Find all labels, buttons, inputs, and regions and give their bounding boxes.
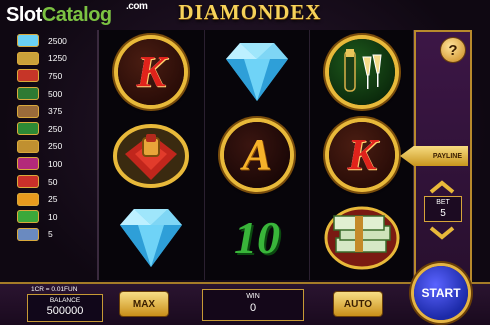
reel-symbol [310,30,414,113]
start-button[interactable]: START [414,266,468,320]
bet-label: BET [436,199,450,206]
balance-value: 500000 [46,305,84,317]
coins-icon [17,51,39,65]
diamond-icon [120,208,182,267]
bet-decrease-icon[interactable] [427,226,457,240]
reel-symbol: 10 [205,196,309,279]
queen-icon [17,157,39,171]
symbol-letter: A [242,130,272,179]
paytable-row: 1250 [17,50,81,68]
paytable-row: 10 [17,208,81,226]
reel-symbol [99,113,203,196]
paytable-value: 375 [48,106,63,117]
paytable-value: 1250 [48,53,67,64]
bet-value: 5 [440,208,446,219]
bet-increase-icon[interactable] [427,180,457,194]
payline-indicator: PAYLINE [400,146,468,166]
paytable-row: 250 [17,120,81,138]
watermark-com: .com [126,1,148,12]
paytable-row: 500 [17,85,81,103]
paytable-value: 750 [48,70,63,81]
champagne-icon [329,38,395,105]
paytable-value: 250 [48,123,63,134]
paytable-value: 250 [48,141,63,152]
nine-icon [17,227,39,241]
bet-display: BET 5 [424,196,462,222]
paytable-row: 250 [17,138,81,156]
win-value: 0 [249,302,257,314]
ten-symbol: 10 [234,212,280,263]
auto-play-button[interactable]: AUTO [334,292,382,316]
symbol-letter: K [347,130,377,179]
reel-3: K [309,30,414,280]
reel-symbol: K [99,30,203,113]
paytable-value: 25 [48,194,58,205]
reel-area: K A 10 K [97,30,415,280]
paytable-row: 100 [17,155,81,173]
diamond-icon [17,34,39,48]
paytable-value: 100 [48,158,63,169]
ten-icon [17,122,39,136]
champagne-glasses-icon [344,48,382,92]
paytable-row: 50 [17,173,81,191]
paytable-row: 375 [17,102,81,120]
balance-display: BALANCE 500000 [27,294,103,322]
diamond-icon [226,42,288,101]
reel-symbol [99,196,203,279]
reel-2: A 10 [204,30,309,280]
win-label: WIN [246,293,260,300]
reel-symbol [205,30,309,113]
paytable-value: 50 [48,176,58,187]
paytable: 2500 1250 750 500 375 250 250 100 50 25 … [17,32,81,282]
win-display: WIN 0 [202,289,304,321]
ten-small-icon [17,210,39,224]
ace-symbol: A [224,121,290,188]
money-icon [17,104,39,118]
watermark: SlotCatalog .com [6,1,148,27]
watermark-catalog: Catalog [41,4,112,26]
ring-icon [113,123,189,188]
paytable-value: 500 [48,88,63,99]
help-button[interactable]: ? [441,38,465,62]
ring-icon [17,69,39,83]
reel-symbol: A [205,113,309,196]
paytable-value: 10 [48,211,58,222]
reel-symbol [310,196,414,279]
max-bet-button[interactable]: MAX [120,292,168,316]
king-symbol: K [118,38,184,105]
ace-icon [17,192,39,206]
reel-1: K [99,30,203,280]
champagne-icon [17,87,39,101]
paytable-row: 750 [17,67,81,85]
credit-rate: 1CR = 0.01FUN [31,286,78,293]
paytable-value: 2500 [48,35,67,46]
game-title: DIAMONDEX [178,0,322,24]
watermark-slot: Slot [6,4,42,26]
paytable-value: 5 [48,229,53,240]
symbol-letter: K [136,47,166,96]
jack-icon [17,139,39,153]
balance-label: BALANCE [49,297,81,304]
paytable-row: 2500 [17,32,81,50]
money-stack-icon [324,206,400,269]
king-icon [17,175,39,189]
king-symbol: K [329,121,395,188]
paytable-row: 5 [17,226,81,244]
reel-symbol: K [310,113,414,196]
paytable-row: 25 [17,190,81,208]
